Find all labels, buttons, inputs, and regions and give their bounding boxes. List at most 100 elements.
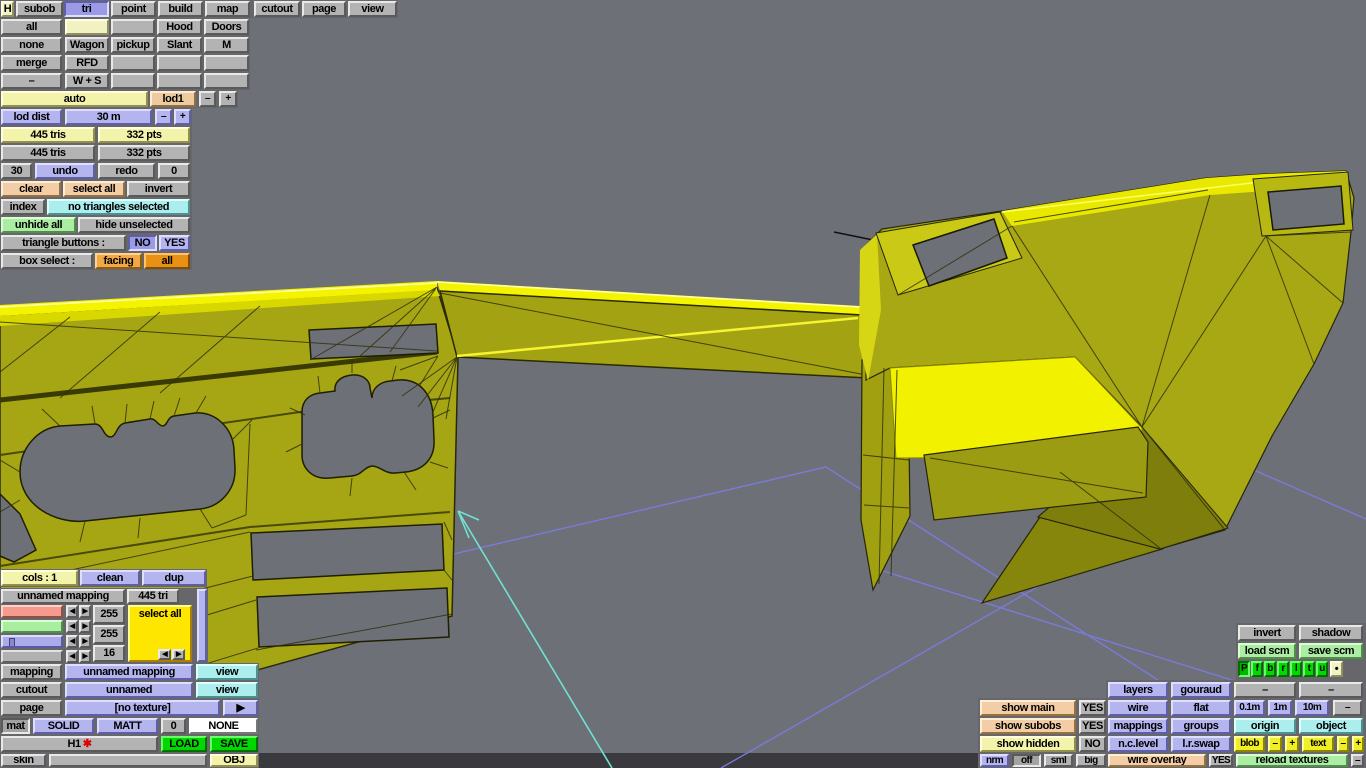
mat-solid-button[interactable]: SOLID (33, 718, 94, 734)
subob-slot-7[interactable] (157, 73, 202, 89)
cutout-row-value[interactable]: unnamed (65, 682, 193, 698)
blue-dec-arrow[interactable]: ◄ (66, 635, 78, 648)
subob-slot-2[interactable] (111, 19, 155, 35)
box-select-all[interactable]: all (144, 253, 190, 269)
tab-view[interactable]: view (348, 1, 397, 17)
gouraud-button[interactable]: gouraud (1171, 682, 1231, 698)
nrm-off-button[interactable]: off (1012, 754, 1041, 767)
lod-dist-value[interactable]: 30 m (65, 109, 152, 125)
tab-point[interactable]: point (111, 1, 156, 17)
triangle-buttons-yes[interactable]: YES (159, 235, 190, 251)
grid-01m-button[interactable]: 0.1m (1234, 700, 1265, 716)
text-button[interactable]: text (1302, 736, 1334, 752)
wire-overlay-value[interactable]: YES (1209, 754, 1233, 767)
skin-name-field[interactable] (49, 754, 207, 767)
cutout-view-button[interactable]: view (196, 682, 258, 698)
unhide-all-button[interactable]: unhide all (1, 217, 76, 233)
mapping-row-label[interactable]: mapping (1, 664, 62, 680)
subob-pickup[interactable]: pickup (111, 37, 155, 53)
object-button[interactable]: object (1299, 718, 1363, 734)
layers-dash-2[interactable]: – (1299, 682, 1363, 698)
tab-build[interactable]: build (158, 1, 203, 17)
grid-dash-button[interactable]: – (1333, 700, 1362, 716)
grid-10m-button[interactable]: 10m (1295, 700, 1329, 716)
invert-normals-button[interactable]: invert (1238, 625, 1296, 641)
subob-rfd[interactable]: RFD (65, 55, 109, 71)
alpha-slider[interactable] (1, 650, 63, 663)
mappings-button[interactable]: mappings (1108, 718, 1168, 734)
show-hidden-value[interactable]: NO (1079, 736, 1106, 752)
clear-button[interactable]: clear (1, 181, 61, 197)
lod-dist-plus-button[interactable]: + (174, 109, 191, 125)
undo-button[interactable]: undo (35, 163, 95, 179)
subob-hood[interactable]: Hood (157, 19, 202, 35)
proj-dot-button[interactable]: • (1330, 661, 1343, 677)
triangle-buttons-no[interactable]: NO (128, 235, 157, 251)
subob-none[interactable]: none (1, 37, 62, 53)
select-all-button[interactable]: select all (63, 181, 125, 197)
lod-plus-button[interactable]: + (219, 91, 237, 107)
mapping-view-button[interactable]: view (196, 664, 258, 680)
reload-textures-button[interactable]: reload textures (1236, 754, 1348, 767)
skin-button[interactable]: skin (1, 754, 46, 767)
grid-1m-button[interactable]: 1m (1268, 700, 1292, 716)
index-button[interactable]: index (1, 199, 45, 215)
alpha-dec-arrow[interactable]: ◄ (66, 650, 78, 663)
lod-dist-minus-button[interactable]: – (155, 109, 172, 125)
green-slider[interactable] (1, 620, 63, 633)
tab-page[interactable]: page (302, 1, 346, 17)
red-slider[interactable] (1, 605, 63, 618)
shadow-button[interactable]: shadow (1299, 625, 1363, 641)
subob-slot-3[interactable] (111, 55, 155, 71)
alpha-inc-arrow[interactable]: ► (79, 650, 91, 663)
nrm-sml-button[interactable]: sml (1044, 754, 1073, 767)
text-plus-button[interactable]: + (1352, 736, 1364, 752)
redo-button[interactable]: redo (98, 163, 155, 179)
subob-dash[interactable]: – (1, 73, 62, 89)
blob-button[interactable]: blob (1234, 736, 1265, 752)
lod-auto-button[interactable]: auto (1, 91, 148, 107)
h1-slot-button[interactable]: H1 ✱ (1, 736, 158, 752)
proj-l-button[interactable]: l (1290, 661, 1302, 677)
tab-h[interactable]: H (1, 1, 14, 17)
tab-cutout[interactable]: cutout (254, 1, 300, 17)
blob-minus-button[interactable]: – (1268, 736, 1282, 752)
nclevel-button[interactable]: n.c.level (1108, 736, 1168, 752)
proj-t-button[interactable]: t (1303, 661, 1315, 677)
page-row-value[interactable]: [no texture] (65, 700, 220, 716)
subob-slant[interactable]: Slant (157, 37, 202, 53)
page-next-arrow[interactable]: ▶ (223, 700, 258, 716)
layers-dash-1[interactable]: – (1234, 682, 1296, 698)
subob-slot-4[interactable] (157, 55, 202, 71)
subob-merge[interactable]: merge (1, 55, 62, 71)
proj-r-button[interactable]: r (1277, 661, 1289, 677)
mat-matt-button[interactable]: MATT (97, 718, 158, 734)
red-inc-arrow[interactable]: ► (79, 605, 91, 618)
save-scm-button[interactable]: save scm (1299, 643, 1363, 659)
subob-ws[interactable]: W + S (65, 73, 109, 89)
blue-slider-thumb[interactable] (9, 638, 15, 646)
subob-wagon[interactable]: Wagon (65, 37, 109, 53)
proj-p-button[interactable]: P (1238, 661, 1250, 677)
proj-f-button[interactable]: f (1251, 661, 1263, 677)
reload-dash-button[interactable]: – (1351, 754, 1364, 767)
show-main-value[interactable]: YES (1079, 700, 1106, 716)
blue-slider[interactable] (1, 635, 63, 648)
cols-count[interactable]: cols : 1 (1, 570, 78, 586)
load-scm-button[interactable]: load scm (1238, 643, 1296, 659)
tab-map[interactable]: map (205, 1, 250, 17)
invert-selection-button[interactable]: invert (127, 181, 190, 197)
swatch-next-arrow[interactable]: ► (172, 649, 185, 660)
load-button[interactable]: LOAD (161, 736, 207, 752)
nrm-label[interactable]: nrm (980, 754, 1009, 767)
tab-tri[interactable]: tri (64, 1, 109, 17)
blob-plus-button[interactable]: + (1285, 736, 1299, 752)
dup-button[interactable]: dup (142, 570, 206, 586)
show-main-toggle[interactable]: show main (980, 700, 1076, 716)
proj-b-button[interactable]: b (1264, 661, 1276, 677)
hide-unselected-button[interactable]: hide unselected (78, 217, 190, 233)
subob-all[interactable]: all (1, 19, 62, 35)
subob-slot-1[interactable] (65, 19, 109, 35)
proj-u-button[interactable]: u (1316, 661, 1328, 677)
groups-button[interactable]: groups (1171, 718, 1231, 734)
